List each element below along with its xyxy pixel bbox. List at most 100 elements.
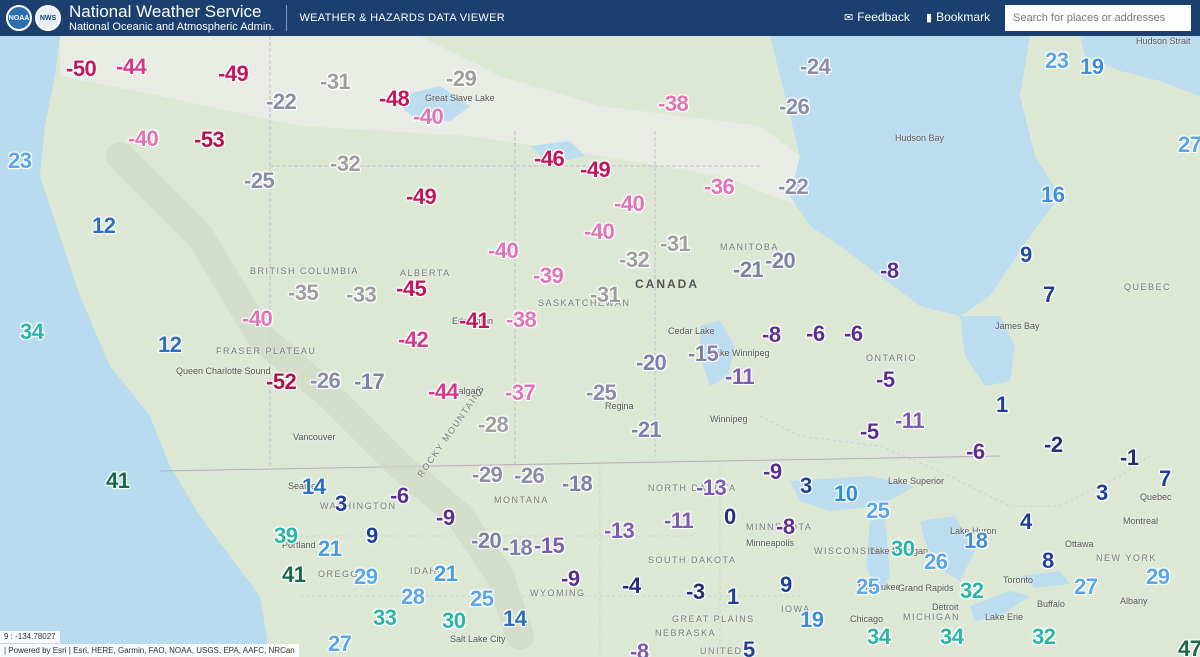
temperature-label[interactable]: -35 bbox=[288, 282, 319, 304]
temperature-label[interactable]: -22 bbox=[778, 176, 809, 198]
temperature-label[interactable]: -6 bbox=[390, 485, 409, 507]
temperature-label[interactable]: 7 bbox=[1159, 468, 1171, 490]
temperature-label[interactable]: -5 bbox=[876, 369, 895, 391]
temperature-label[interactable]: 9 bbox=[1020, 244, 1032, 266]
temperature-label[interactable]: 27 bbox=[328, 633, 352, 655]
temperature-label[interactable]: 23 bbox=[8, 150, 32, 172]
temperature-label[interactable]: -26 bbox=[310, 370, 341, 392]
temperature-label[interactable]: -48 bbox=[379, 88, 410, 110]
temperature-label[interactable]: 3 bbox=[1096, 482, 1108, 504]
temperature-label[interactable]: 32 bbox=[960, 580, 984, 602]
temperature-label[interactable]: -1 bbox=[1120, 447, 1139, 469]
feedback-button[interactable]: ✉ Feedback bbox=[844, 10, 910, 24]
temperature-label[interactable]: -9 bbox=[561, 568, 580, 590]
temperature-label[interactable]: -36 bbox=[704, 176, 735, 198]
temperature-label[interactable]: -41 bbox=[459, 310, 490, 332]
temperature-label[interactable]: -2 bbox=[1044, 434, 1063, 456]
temperature-label[interactable]: 25 bbox=[470, 588, 494, 610]
temperature-label[interactable]: -20 bbox=[471, 530, 502, 552]
temperature-label[interactable]: 9 bbox=[366, 525, 378, 547]
temperature-label[interactable]: 41 bbox=[282, 564, 306, 586]
temperature-label[interactable]: 4 bbox=[1020, 511, 1032, 533]
temperature-label[interactable]: -29 bbox=[472, 464, 503, 486]
noaa-logo[interactable]: NOAA bbox=[6, 5, 32, 31]
temperature-label[interactable]: -28 bbox=[478, 414, 509, 436]
temperature-label[interactable]: -13 bbox=[696, 477, 727, 499]
temperature-label[interactable]: 29 bbox=[1146, 566, 1170, 588]
temperature-label[interactable]: 12 bbox=[158, 334, 182, 356]
temperature-label[interactable]: -32 bbox=[330, 153, 361, 175]
temperature-label[interactable]: 10 bbox=[834, 483, 858, 505]
temperature-label[interactable]: -26 bbox=[514, 465, 545, 487]
temperature-label[interactable]: 1 bbox=[996, 394, 1008, 416]
temperature-label[interactable]: 27 bbox=[1178, 134, 1200, 156]
temperature-label[interactable]: -52 bbox=[266, 371, 297, 393]
temperature-label[interactable]: -40 bbox=[488, 240, 519, 262]
temperature-label[interactable]: -11 bbox=[664, 510, 694, 532]
map-view[interactable]: CANADA BRITISH COLUMBIA ALBERTA SASKATCH… bbox=[0, 36, 1200, 657]
temperature-label[interactable]: 1 bbox=[727, 586, 739, 608]
temperature-label[interactable]: 14 bbox=[503, 608, 527, 630]
temperature-label[interactable]: -20 bbox=[636, 352, 667, 374]
temperature-label[interactable]: -21 bbox=[631, 419, 662, 441]
temperature-label[interactable]: -37 bbox=[505, 382, 536, 404]
temperature-label[interactable]: -25 bbox=[244, 170, 275, 192]
temperature-label[interactable]: -44 bbox=[428, 381, 459, 403]
temperature-label[interactable]: -8 bbox=[776, 516, 795, 538]
temperature-label[interactable]: 0 bbox=[724, 506, 736, 528]
temperature-label[interactable]: 30 bbox=[891, 538, 915, 560]
temperature-label[interactable]: 34 bbox=[867, 626, 891, 648]
temperature-label[interactable]: -45 bbox=[396, 278, 427, 300]
temperature-label[interactable]: -32 bbox=[619, 249, 650, 271]
temperature-label[interactable]: -29 bbox=[446, 68, 477, 90]
temperature-label[interactable]: 23 bbox=[1045, 50, 1069, 72]
temperature-label[interactable]: -31 bbox=[320, 71, 351, 93]
brand[interactable]: National Weather Service National Oceani… bbox=[69, 3, 274, 33]
temperature-label[interactable]: -9 bbox=[763, 461, 782, 483]
temperature-label[interactable]: 27 bbox=[1074, 576, 1098, 598]
temperature-label[interactable]: -5 bbox=[860, 421, 879, 443]
temperature-label[interactable]: -40 bbox=[614, 193, 645, 215]
temperature-label[interactable]: -38 bbox=[658, 93, 689, 115]
map-attribution[interactable]: | Powered by Esri | Esri, HERE, Garmin, … bbox=[0, 644, 299, 657]
temperature-label[interactable]: 32 bbox=[1032, 626, 1056, 648]
temperature-label[interactable]: -24 bbox=[800, 56, 831, 78]
temperature-label[interactable]: -8 bbox=[630, 641, 649, 657]
temperature-label[interactable]: -53 bbox=[194, 129, 225, 151]
temperature-label[interactable]: 30 bbox=[442, 610, 466, 632]
temperature-label[interactable]: 12 bbox=[92, 215, 116, 237]
bookmark-button[interactable]: ▮ Bookmark bbox=[926, 10, 990, 24]
nws-logo[interactable]: NWS bbox=[35, 5, 61, 31]
temperature-label[interactable]: -17 bbox=[354, 371, 385, 393]
temperature-label[interactable]: -26 bbox=[779, 96, 810, 118]
temperature-label[interactable]: -31 bbox=[660, 233, 691, 255]
temperature-label[interactable]: -25 bbox=[586, 382, 617, 404]
temperature-label[interactable]: -6 bbox=[966, 441, 985, 463]
temperature-label[interactable]: -40 bbox=[242, 308, 273, 330]
temperature-label[interactable]: 25 bbox=[866, 500, 890, 522]
temperature-label[interactable]: 28 bbox=[401, 586, 425, 608]
temperature-label[interactable]: 34 bbox=[20, 321, 44, 343]
temperature-label[interactable]: 21 bbox=[434, 563, 458, 585]
temperature-label[interactable]: 3 bbox=[800, 475, 812, 497]
temperature-label[interactable]: 7 bbox=[1043, 284, 1055, 306]
temperature-label[interactable]: -20 bbox=[765, 250, 796, 272]
temperature-label[interactable]: -11 bbox=[895, 410, 925, 432]
temperature-label[interactable]: -6 bbox=[844, 323, 863, 345]
temperature-label[interactable]: -8 bbox=[880, 260, 899, 282]
temperature-label[interactable]: -49 bbox=[218, 63, 249, 85]
temperature-label[interactable]: -18 bbox=[562, 473, 593, 495]
temperature-label[interactable]: 26 bbox=[924, 551, 948, 573]
temperature-label[interactable]: 19 bbox=[800, 609, 824, 631]
temperature-label[interactable]: 41 bbox=[106, 470, 130, 492]
temperature-label[interactable]: -22 bbox=[266, 91, 297, 113]
temperature-label[interactable]: 47 bbox=[1178, 638, 1200, 657]
temperature-label[interactable]: 19 bbox=[1080, 56, 1104, 78]
temperature-label[interactable]: -8 bbox=[762, 324, 781, 346]
temperature-label[interactable]: -6 bbox=[806, 323, 825, 345]
temperature-label[interactable]: 16 bbox=[1041, 184, 1065, 206]
search-input[interactable] bbox=[1005, 5, 1191, 31]
temperature-label[interactable]: -50 bbox=[66, 58, 97, 80]
temperature-label[interactable]: -40 bbox=[584, 221, 615, 243]
temperature-label[interactable]: -38 bbox=[506, 309, 537, 331]
